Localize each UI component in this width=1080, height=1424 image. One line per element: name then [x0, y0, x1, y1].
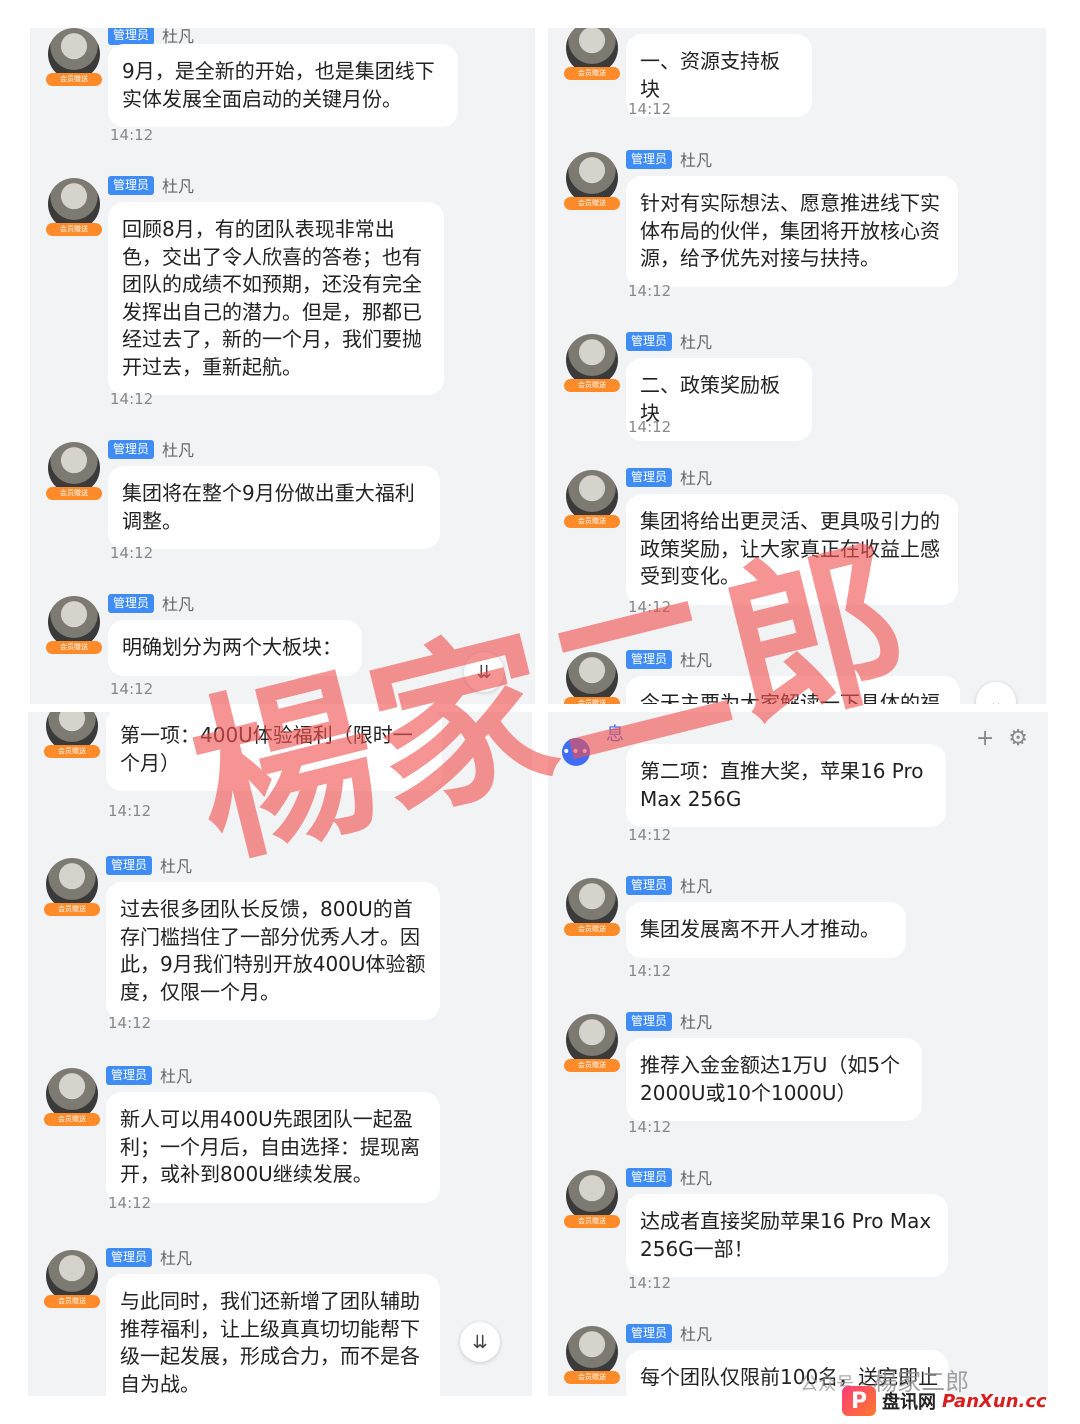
message-bubble[interactable]: 第二项：直推大奖，苹果16 Pro Max 256G	[626, 744, 946, 827]
site-name-cn: 盘讯网	[882, 1392, 936, 1413]
message-bubble[interactable]: 针对有实际想法、愿意推进线下实体布局的伙伴，集团将开放核心资源，给予优先对接与扶…	[626, 176, 958, 287]
message-time: 14:12	[628, 962, 672, 980]
message-bubble[interactable]: 新人可以用400U先跟团队一起盈利；一个月后，自由选择：提现离开，或补到800U…	[106, 1092, 440, 1203]
admin-badge: 管理员	[108, 439, 155, 459]
avatar[interactable]: 会员赠送	[44, 1250, 100, 1308]
admin-badge: 管理员	[626, 149, 673, 169]
admin-badge: 管理员	[626, 875, 673, 895]
message-time: 14:12	[628, 826, 672, 844]
site-name-en: PanXun.cc	[942, 1390, 1047, 1412]
message-time: 14:12	[110, 390, 154, 408]
message-time: 14:12	[108, 802, 152, 820]
message-bubble[interactable]: 回顾8月，有的团队表现非常出色，交出了令人欣喜的答卷；也有团队的成绩不如预期，还…	[108, 202, 444, 395]
sender-name: 杜凡	[162, 595, 195, 614]
avatar[interactable]: 会员赠送	[564, 1170, 620, 1228]
message-bubble[interactable]: 推荐入金金额达1万U（如5个2000U或10个1000U）	[626, 1038, 922, 1121]
avatar[interactable]: 会员赠送	[46, 28, 102, 86]
sender-name: 杜凡	[680, 333, 713, 352]
more-icon[interactable]: •••	[562, 738, 590, 766]
message-bubble[interactable]: 集团将在整个9月份做出重大福利调整。	[108, 466, 440, 549]
chat-panel-1: 会员赠送 管理员 杜凡 9月，是全新的开始，也是集团线下实体发展全面启动的关键月份…	[30, 28, 535, 704]
message-time: 14:12	[628, 282, 672, 300]
sender-name: 杜凡	[160, 1067, 193, 1086]
admin-badge: 管理员	[626, 467, 673, 487]
avatar[interactable]: 会员赠送	[564, 878, 620, 936]
sender-name: 杜凡	[680, 1013, 713, 1032]
message-time: 14:12	[108, 1014, 152, 1032]
message-bubble[interactable]: 集团将给出更灵活、更具吸引力的政策奖励，让大家真正在收益上感受到变化。	[626, 494, 958, 605]
admin-badge: 管理员	[626, 331, 673, 351]
admin-badge: 管理员	[106, 1065, 153, 1085]
admin-badge: 管理员	[106, 855, 153, 875]
message-bubble[interactable]: 今天主要为大家解读一下具体的福	[626, 676, 960, 704]
chat-panel-2: 会员赠送 一、资源支持板块 14:12 会员赠送 管理员 杜凡 针对有实际想法、愿…	[548, 28, 1046, 704]
admin-badge: 管理员	[108, 593, 155, 613]
avatar[interactable]: 会员赠送	[46, 596, 102, 654]
message-time: 14:12	[628, 418, 672, 436]
header-label: 息	[606, 724, 624, 745]
avatar[interactable]: 会员赠送	[564, 334, 620, 392]
avatar[interactable]: 会员赠送	[564, 470, 620, 528]
message-time: 14:12	[628, 598, 672, 616]
admin-badge: 管理员	[626, 1167, 673, 1187]
sender-name: 杜凡	[162, 177, 195, 196]
avatar[interactable]: 会员赠送	[564, 152, 620, 210]
scroll-to-bottom-button[interactable]: ⇊	[460, 1322, 500, 1362]
panel-toolbar: + ⚙	[976, 726, 1028, 751]
avatar[interactable]: 会员赠送	[44, 858, 100, 916]
chat-panel-3: 会员赠送 第一项：400U体验福利（限时一个月） 14:12 会员赠送 管理员杜…	[28, 712, 532, 1396]
avatar[interactable]: 会员赠送	[46, 178, 102, 236]
sender-name: 杜凡	[160, 1249, 193, 1268]
message-bubble[interactable]: 达成者直接奖励苹果16 Pro Max 256G一部！	[626, 1194, 948, 1277]
sender-name: 杜凡	[680, 1325, 713, 1344]
sender-name: 杜凡	[680, 1169, 713, 1188]
admin-badge: 管理员	[626, 1011, 673, 1031]
message-time: 14:12	[628, 100, 672, 118]
sender-name: 杜凡	[680, 877, 713, 896]
message-time: 14:12	[110, 680, 154, 698]
sender-name: 杜凡	[680, 469, 713, 488]
admin-badge: 管理员	[108, 28, 155, 45]
avatar[interactable]: 会员赠送	[564, 1014, 620, 1072]
message-time: 14:12	[108, 1194, 152, 1212]
sender-name: 杜凡	[162, 441, 195, 460]
message-time: 14:12	[110, 126, 154, 144]
gear-icon[interactable]: ⚙	[1008, 726, 1028, 751]
message-bubble[interactable]: 与此同时，我们还新增了团队辅助推荐福利，让上级真真切切能帮下级一起发展，形成合力…	[106, 1274, 440, 1396]
message-bubble[interactable]: 9月，是全新的开始，也是集团线下实体发展全面启动的关键月份。	[108, 44, 458, 127]
chat-panel-4: ••• 息 + ⚙ 第二项：直推大奖，苹果16 Pro Max 256G 14:…	[548, 712, 1048, 1396]
chevron-down-icon: ⌄	[988, 691, 1004, 705]
message-time: 14:12	[110, 544, 154, 562]
admin-badge: 管理员	[106, 1247, 153, 1267]
avatar[interactable]: 会员赠送	[564, 28, 620, 80]
avatar[interactable]: 会员赠送	[564, 652, 620, 704]
chevron-double-down-icon: ⇊	[472, 1331, 488, 1353]
sender-name: 杜凡	[680, 151, 713, 170]
avatar[interactable]: 会员赠送	[44, 1068, 100, 1126]
scroll-to-bottom-button[interactable]: ⌄	[976, 682, 1016, 704]
scroll-to-bottom-button[interactable]: ⇊	[464, 652, 504, 692]
admin-badge: 管理员	[626, 649, 673, 669]
admin-badge: 管理员	[626, 1323, 673, 1343]
sender-name: 杜凡	[680, 651, 713, 670]
avatar[interactable]: 会员赠送	[44, 712, 100, 758]
message-bubble[interactable]: 第一项：400U体验福利（限时一个月）	[106, 712, 442, 791]
message-bubble[interactable]: 集团发展离不开人才推动。	[626, 902, 906, 958]
plus-icon[interactable]: +	[976, 726, 994, 751]
site-logo: P 盘讯网 PanXun.cc	[842, 1386, 1047, 1416]
message-bubble[interactable]: 过去很多团队长反馈，800U的首存门槛挡住了一部分优秀人才。因此，9月我们特别开…	[106, 882, 440, 1020]
sender-name: 杜凡	[160, 857, 193, 876]
message-time: 14:12	[628, 1118, 672, 1136]
message-bubble[interactable]: 明确划分为两个大板块：	[108, 620, 362, 676]
admin-badge: 管理员	[108, 175, 155, 195]
avatar[interactable]: 会员赠送	[564, 1326, 620, 1384]
message-time: 14:12	[628, 1274, 672, 1292]
chevron-double-down-icon: ⇊	[476, 661, 492, 683]
avatar[interactable]: 会员赠送	[46, 442, 102, 500]
site-logo-icon: P	[842, 1386, 876, 1416]
